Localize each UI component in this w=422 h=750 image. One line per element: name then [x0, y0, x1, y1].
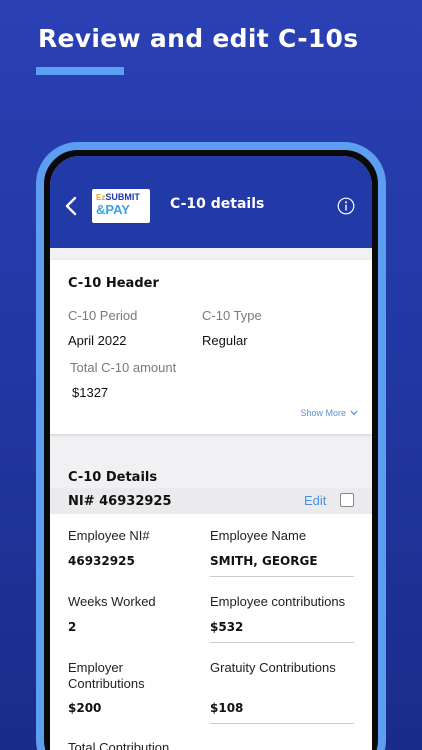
ni-number: NI# 46932925 [68, 494, 172, 509]
c10-header-card: C-10 Header C-10 Period April 2022 C-10 … [50, 260, 372, 434]
weeks-worked-label: Weeks Worked [68, 594, 156, 609]
c10-type-value: Regular [202, 333, 248, 348]
divider [210, 576, 354, 577]
logo-submit-text: SUBMIT [105, 192, 140, 202]
phone-frame: Ez SUBMIT &PAY C-10 details C-10 Header … [36, 142, 386, 750]
employee-name-value: SMITH, GEORGE [210, 554, 318, 568]
logo-pay-text: &PAY [96, 202, 130, 217]
promo-title: Review and edit C-10s [38, 24, 359, 53]
employee-ni-value: 46932925 [68, 554, 135, 568]
divider [210, 723, 354, 724]
gratuity-contributions-label: Gratuity Contributions [210, 660, 336, 675]
total-c10-amount-label: Total C-10 amount [70, 360, 177, 375]
total-contribution-label: Total Contribution [68, 740, 170, 750]
c10-period-label: C-10 Period [68, 308, 138, 323]
divider [210, 642, 354, 643]
employer-contributions-label-line1: Employer [68, 660, 123, 675]
page-title: C-10 details [170, 196, 265, 212]
c10-details-body: Employee NI# 46932925 Employee Name SMIT… [50, 514, 372, 750]
employer-contributions-value: $200 [68, 701, 102, 715]
employee-name-label: Employee Name [210, 528, 307, 543]
gratuity-contributions-value: $108 [210, 701, 244, 715]
show-more-label: Show More [300, 408, 346, 418]
chevron-down-icon [350, 410, 358, 416]
employee-contributions-value: $532 [210, 620, 244, 634]
employee-ni-label: Employee NI# [68, 528, 150, 543]
edit-link[interactable]: Edit [304, 493, 326, 508]
c10-period-value: April 2022 [68, 333, 127, 348]
app-screen: Ez SUBMIT &PAY C-10 details C-10 Header … [50, 156, 372, 750]
c10-details-title: C-10 Details [68, 470, 158, 485]
app-header: Ez SUBMIT &PAY C-10 details [50, 156, 372, 248]
promo-underline [36, 67, 124, 75]
total-c10-amount-value: $1327 [72, 385, 109, 400]
chevron-left-icon[interactable] [64, 196, 78, 216]
employee-contributions-label: Employee contributions [210, 594, 346, 609]
weeks-worked-value: 2 [68, 620, 77, 634]
c10-type-label: C-10 Type [202, 308, 262, 323]
ni-row: NI# 46932925 Edit [50, 488, 372, 514]
select-checkbox[interactable] [340, 493, 354, 507]
show-more-button[interactable]: Show More [300, 408, 358, 418]
c10-header-title: C-10 Header [68, 276, 159, 291]
employer-contributions-label-line2: Contributions [68, 676, 145, 691]
info-icon[interactable] [337, 197, 355, 215]
ezsubmit-pay-logo: Ez SUBMIT &PAY [92, 189, 150, 223]
